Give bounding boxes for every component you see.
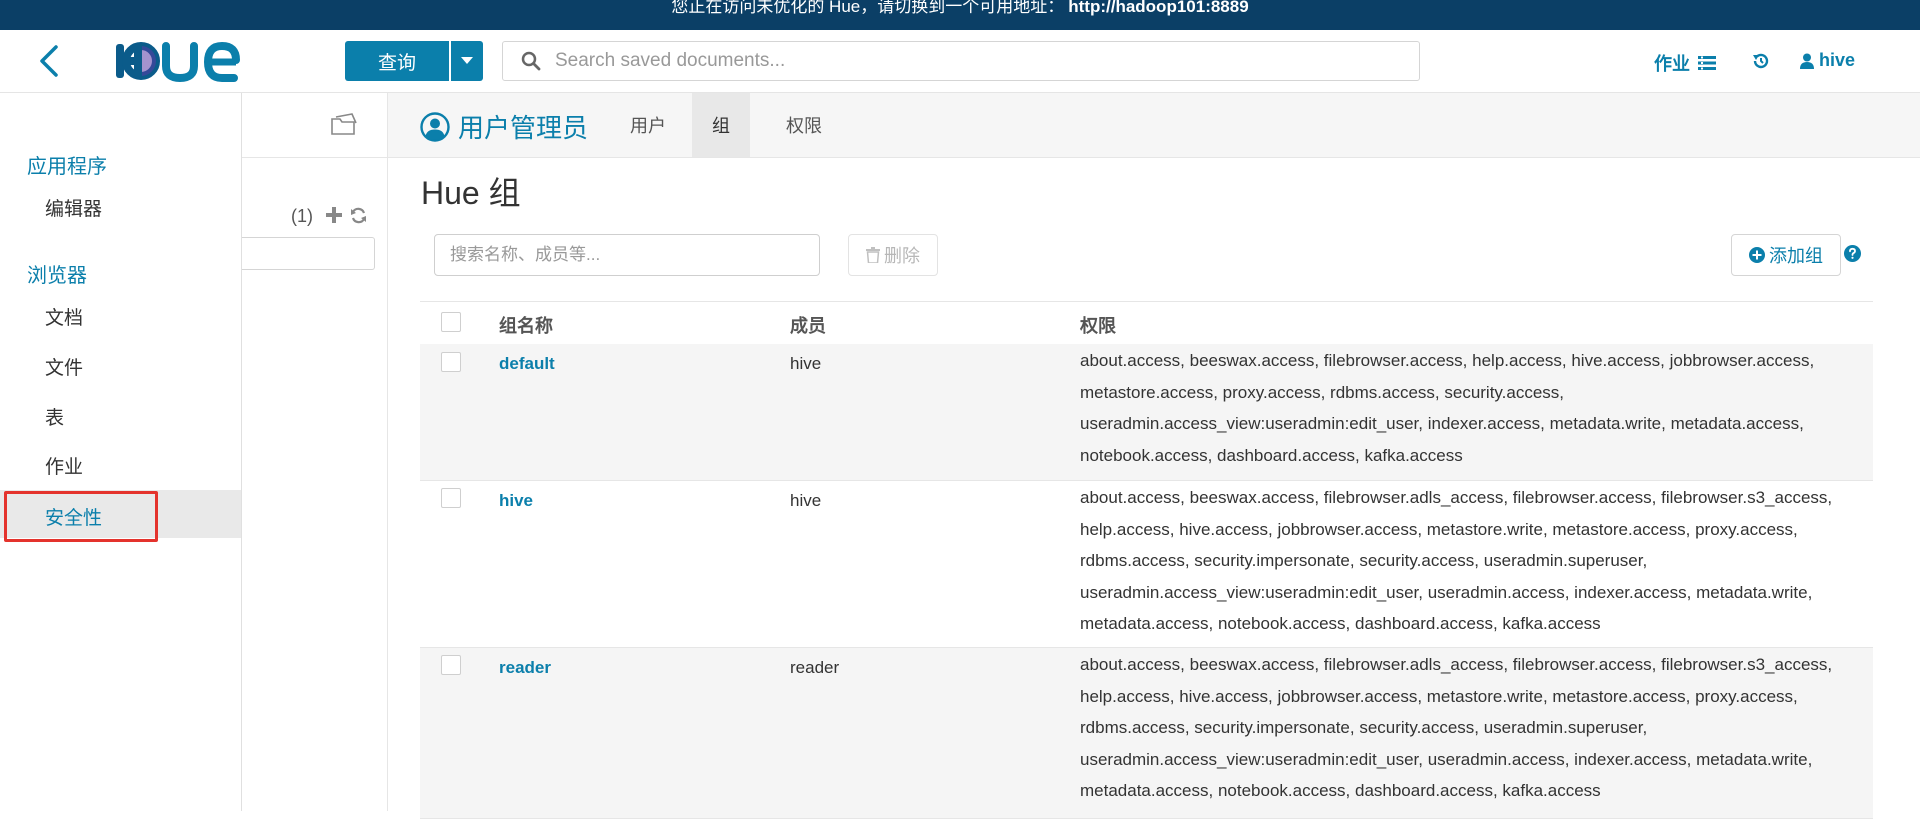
table-row: default hive about.access, beeswax.acces… <box>420 344 1873 481</box>
folder-open-icon[interactable] <box>330 113 360 137</box>
add-group-label: 添加组 <box>1769 246 1823 266</box>
user-icon <box>1800 53 1814 69</box>
add-icon[interactable] <box>326 207 342 223</box>
group-filter-input[interactable] <box>434 234 820 276</box>
user-circle-icon <box>420 112 450 142</box>
top-header: 查询 作业 hive <box>0 30 1920 93</box>
nav-item-security[interactable]: 安全性 <box>45 503 102 530</box>
unoptimized-access-banner: 您正在访问未优化的 Hue，请切换到一个可用地址： http://hadoop10… <box>0 0 1920 30</box>
nav-section-browsers: 浏览器 <box>27 265 87 287</box>
nav-item-documents[interactable]: 文档 <box>45 303 83 330</box>
useradmin-navbar: 用户管理员 用户 组 权限 <box>388 93 1920 158</box>
query-dropdown-toggle[interactable] <box>451 41 483 81</box>
delete-button[interactable]: 删除 <box>848 234 938 276</box>
caret-down-icon <box>461 57 473 64</box>
help-icon[interactable] <box>1844 245 1861 262</box>
user-name: hive <box>1819 50 1856 70</box>
group-name-link[interactable]: reader <box>499 658 551 678</box>
page-title: Hue 组 <box>421 175 521 211</box>
app-title[interactable]: 用户管理员 <box>458 108 588 145</box>
banner-message: 您正在访问未优化的 Hue，请切换到一个可用地址： <box>671 0 1065 16</box>
job-list-icon <box>1698 56 1716 70</box>
document-search-box <box>502 41 1420 81</box>
assist-count: (1) <box>291 206 313 226</box>
group-permissions: about.access, beeswax.access, filebrowse… <box>1080 488 1833 633</box>
column-header-members[interactable]: 成员 <box>790 312 826 338</box>
column-header-group-name[interactable]: 组名称 <box>499 312 553 338</box>
tab-users[interactable]: 用户 <box>617 93 679 157</box>
query-button-group: 查询 <box>345 41 483 81</box>
delete-label: 删除 <box>884 246 920 266</box>
nav-item-editor[interactable]: 编辑器 <box>45 194 102 221</box>
row-checkbox[interactable] <box>441 488 461 508</box>
trash-icon <box>866 247 880 263</box>
row-checkbox[interactable] <box>441 352 461 372</box>
group-members: hive <box>790 354 822 373</box>
group-members: hive <box>790 491 822 510</box>
table-row: hive hive about.access, beeswax.access, … <box>420 481 1873 648</box>
assist-filter-input[interactable] <box>242 237 375 270</box>
column-header-permissions[interactable]: 权限 <box>1080 312 1116 338</box>
left-nav: 应用程序 编辑器 浏览器 文档 文件 表 作业 安全性 <box>0 93 242 811</box>
banner-text: 您正在访问未优化的 Hue，请切换到一个可用地址： http://hadoop10… <box>671 0 1248 17</box>
nav-item-files[interactable]: 文件 <box>45 353 83 380</box>
group-permissions: about.access, beeswax.access, filebrowse… <box>1080 655 1833 800</box>
group-members: reader <box>790 658 840 677</box>
back-arrow-icon[interactable] <box>36 44 66 78</box>
assist-panel: (1) <box>242 93 388 811</box>
row-checkbox[interactable] <box>441 655 461 675</box>
group-name-link[interactable]: default <box>499 354 555 374</box>
group-name-link[interactable]: hive <box>499 491 533 511</box>
user-menu[interactable]: hive <box>1800 50 1855 71</box>
group-permissions: about.access, beeswax.access, filebrowse… <box>1080 351 1815 465</box>
table-row: reader reader about.access, beeswax.acce… <box>420 648 1873 819</box>
nav-item-tables[interactable]: 表 <box>45 403 64 430</box>
search-icon <box>521 51 541 71</box>
query-button[interactable]: 查询 <box>345 41 449 81</box>
assist-panel-header <box>242 93 387 158</box>
add-group-button[interactable]: 添加组 <box>1731 234 1841 276</box>
banner-address[interactable]: http://hadoop101:8889 <box>1068 0 1248 16</box>
hue-logo[interactable] <box>114 38 244 84</box>
nav-section-apps: 应用程序 <box>27 156 107 178</box>
tab-groups[interactable]: 组 <box>692 93 750 157</box>
nav-item-jobs[interactable]: 作业 <box>45 452 83 479</box>
jobs-menu[interactable]: 作业 <box>1654 50 1716 76</box>
table-header: 组名称 成员 权限 <box>420 301 1873 345</box>
history-icon[interactable] <box>1752 52 1770 70</box>
jobs-label: 作业 <box>1654 54 1690 74</box>
plus-circle-icon <box>1749 247 1765 263</box>
search-input[interactable] <box>553 49 1357 73</box>
refresh-icon[interactable] <box>350 207 367 224</box>
select-all-checkbox[interactable] <box>441 312 461 332</box>
tab-permissions[interactable]: 权限 <box>773 93 835 157</box>
